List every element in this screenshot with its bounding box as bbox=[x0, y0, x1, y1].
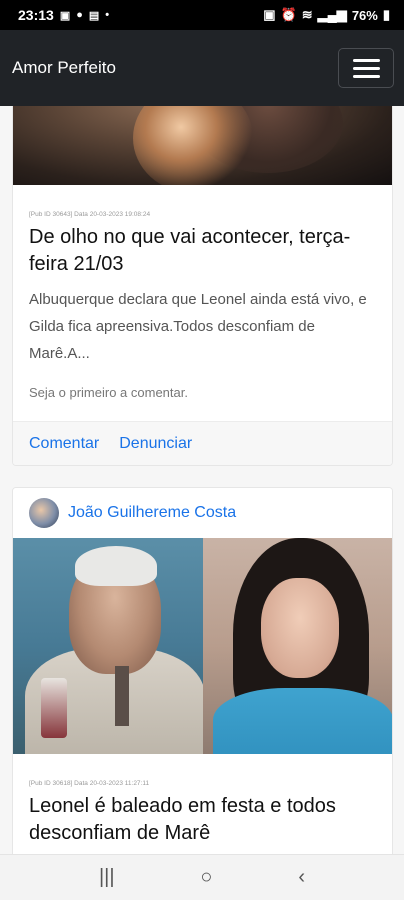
status-right: ▣ ⏰ ≋ ▂▄▆ 76% ▮ bbox=[263, 7, 390, 23]
home-button[interactable]: ○ bbox=[200, 866, 212, 889]
status-bar: 23:13 ▣ ● ▤ • ▣ ⏰ ≋ ▂▄▆ 76% ▮ bbox=[0, 0, 404, 30]
post-image-right bbox=[203, 538, 392, 754]
brand-title[interactable]: Amor Perfeito bbox=[12, 58, 116, 78]
post-image-shirt bbox=[213, 688, 392, 754]
hamburger-icon bbox=[352, 74, 380, 78]
hamburger-icon bbox=[352, 58, 380, 62]
post-image-glass bbox=[41, 678, 67, 738]
post-title[interactable]: De olho no que vai acontecer, terça-feir… bbox=[13, 224, 392, 278]
image-icon: ▣ bbox=[59, 9, 71, 22]
post-image-tie bbox=[115, 666, 129, 726]
comments-note: Seja o primeiro a comentar. bbox=[29, 385, 188, 400]
hamburger-menu-button[interactable] bbox=[338, 48, 394, 88]
post-card: [Pub ID 30643] Data 20-03-2023 19:08:24 … bbox=[12, 106, 393, 466]
battery-percent: 76% bbox=[351, 7, 378, 23]
post-image-face bbox=[261, 578, 339, 678]
feed[interactable]: [Pub ID 30643] Data 20-03-2023 19:08:24 … bbox=[0, 106, 404, 854]
post-actions: Comentar Denunciar bbox=[13, 421, 392, 465]
signal-icon: ▂▄▆ bbox=[317, 7, 347, 22]
post-card: João Guilhereme Costa [Pub ID 30618] Dat… bbox=[12, 487, 393, 854]
facebook-icon: ● bbox=[76, 9, 83, 21]
wifi-icon: ≋ bbox=[301, 7, 313, 22]
lock-icon: ▣ bbox=[263, 7, 276, 22]
post-image-hair bbox=[75, 546, 157, 586]
alarm-icon: ⏰ bbox=[280, 7, 297, 22]
system-nav-bar: ||| ○ ‹ bbox=[0, 854, 404, 900]
back-button[interactable]: ‹ bbox=[298, 866, 305, 889]
status-time: 23:13 bbox=[18, 7, 54, 23]
dot-icon: • bbox=[105, 9, 110, 21]
post-title[interactable]: Leonel é baleado em festa e todos descon… bbox=[13, 793, 392, 847]
battery-icon: ▮ bbox=[382, 7, 390, 22]
status-left: 23:13 ▣ ● ▤ • bbox=[18, 7, 109, 23]
cast-icon: ▤ bbox=[88, 9, 100, 22]
post-meta: [Pub ID 30618] Data 20-03-2023 11:27:11 bbox=[29, 780, 150, 787]
post-excerpt: Albuquerque declara que Leonel ainda est… bbox=[29, 291, 367, 362]
top-navbar: Amor Perfeito bbox=[0, 30, 404, 106]
report-link[interactable]: Denunciar bbox=[119, 435, 192, 453]
post-author[interactable]: João Guilhereme Costa bbox=[13, 488, 392, 538]
post-image-hair bbox=[133, 106, 253, 185]
post-meta: [Pub ID 30643] Data 20-03-2023 19:08:24 bbox=[29, 211, 151, 218]
comment-link[interactable]: Comentar bbox=[29, 435, 99, 453]
recents-button[interactable]: ||| bbox=[99, 866, 115, 889]
post-image[interactable] bbox=[13, 106, 392, 185]
hamburger-icon bbox=[352, 66, 380, 70]
post-image-left bbox=[13, 538, 203, 754]
author-name[interactable]: João Guilhereme Costa bbox=[68, 504, 236, 522]
avatar[interactable] bbox=[29, 498, 59, 528]
post-image[interactable] bbox=[13, 538, 392, 754]
